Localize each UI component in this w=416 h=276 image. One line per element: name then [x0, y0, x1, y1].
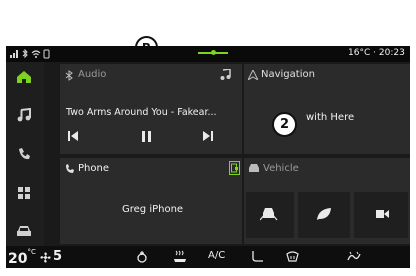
audio-bluetooth-icon: [65, 70, 73, 81]
climate-settings-button[interactable]: [347, 251, 361, 262]
wifi-icon: [31, 50, 41, 56]
climate-settings-icon: [347, 251, 361, 261]
music-icon: [17, 108, 31, 122]
vehicle-widget[interactable]: Vehicle: [244, 158, 410, 244]
temperature-control[interactable]: 20°C: [8, 248, 36, 267]
status-climate-time: 16°C · 20:23: [348, 48, 405, 58]
sidebar-item-apps[interactable]: [18, 187, 30, 199]
apps-grid-icon: [18, 187, 30, 199]
camera-button[interactable]: [354, 192, 408, 238]
phone-mirror-button[interactable]: [229, 161, 240, 175]
pause-button[interactable]: [142, 131, 152, 142]
seat-airflow-button[interactable]: [251, 250, 264, 263]
windscreen-defrost-button[interactable]: [286, 251, 299, 262]
status-bar: 16°C · 20:23: [6, 46, 410, 62]
sidebar-item-phone[interactable]: [17, 147, 31, 161]
vehicle-small-icon: [248, 164, 260, 173]
status-time: 20:23: [378, 48, 405, 58]
callout-2: 2: [272, 112, 297, 137]
vehicle-title: Vehicle: [263, 163, 299, 174]
previous-track-button[interactable]: [68, 131, 78, 141]
sidebar: [6, 62, 44, 246]
driver-assist-icon: [260, 208, 278, 221]
driving-assist-button[interactable]: [246, 192, 294, 238]
air-recirculation-button[interactable]: [136, 251, 148, 263]
callout-2-label: 2: [279, 117, 290, 132]
sidebar-item-vehicle[interactable]: [16, 225, 32, 237]
cabin-temperature: 20: [8, 251, 28, 267]
navigation-arrow-icon: [248, 70, 258, 80]
leaf-icon: [317, 208, 331, 220]
status-temperature: 16°C: [348, 48, 371, 58]
paired-device-name: Greg iPhone: [122, 204, 184, 215]
phone-icon: [19, 148, 30, 160]
pause-icon: [142, 131, 151, 142]
seat-heat-icon: [174, 250, 186, 262]
signal-icon: [10, 55, 12, 58]
fan-level: 5: [53, 249, 63, 264]
audio-widget[interactable]: Audio Two Arms Around You - Fakear...: [60, 64, 242, 154]
phone-device-icon: [231, 163, 238, 173]
fan-icon: [40, 252, 51, 263]
audio-title: Audio: [78, 69, 107, 80]
skip-next-icon: [203, 131, 213, 141]
home-icon: [17, 71, 31, 83]
drag-handle-dot: [211, 50, 216, 55]
navigation-title: Navigation: [261, 69, 315, 80]
eco-mode-button[interactable]: [298, 192, 350, 238]
skip-previous-icon: [68, 131, 78, 141]
phone-small-icon: [65, 164, 74, 173]
navigation-subtitle: with Here: [306, 112, 355, 123]
defrost-icon: [286, 251, 299, 262]
bluetooth-icon: [22, 49, 28, 59]
phone-title: Phone: [78, 163, 109, 174]
next-track-button[interactable]: [203, 131, 213, 141]
car-icon: [17, 226, 31, 236]
sidebar-item-music[interactable]: [17, 108, 31, 122]
video-camera-icon: [376, 210, 389, 218]
seat-airflow-icon: [252, 251, 263, 262]
navigation-widget[interactable]: Navigation with Here: [244, 64, 410, 154]
music-source-icon[interactable]: [220, 69, 231, 80]
climate-bar: 20°C 5 A/C: [6, 246, 410, 268]
temperature-unit: °C: [27, 248, 36, 256]
status-icons: [10, 49, 50, 59]
ac-button[interactable]: A/C: [208, 250, 225, 261]
track-title: Two Arms Around You - Fakear...: [66, 107, 217, 118]
recirculation-icon: [137, 251, 147, 263]
sim-icon: [43, 49, 50, 59]
status-separator: ·: [373, 48, 376, 58]
seat-heating-button[interactable]: [173, 250, 187, 263]
sidebar-item-home[interactable]: [16, 70, 32, 84]
phone-widget[interactable]: Phone Greg iPhone: [60, 158, 242, 244]
